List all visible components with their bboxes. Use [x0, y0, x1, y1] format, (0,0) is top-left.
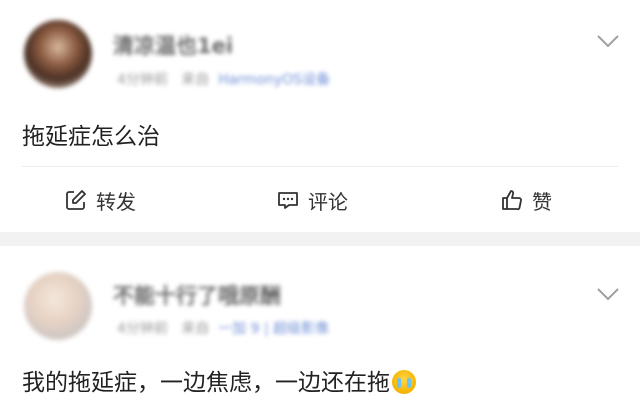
action-bar: 转发 评论 赞 [0, 183, 640, 217]
comment-button[interactable]: 评论 [276, 183, 348, 217]
chevron-down-icon[interactable] [596, 33, 620, 49]
repost-button[interactable]: 转发 [64, 183, 136, 217]
post-content[interactable]: 拖延症怎么治 [22, 117, 160, 151]
post-text: 我的拖延症，一边焦虑，一边还在拖 [22, 370, 390, 396]
post-content[interactable]: 我的拖延症，一边焦虑，一边还在拖 [22, 363, 416, 397]
feed-post: 不能十行了哦原酬 4分钟前 来自 一加 9 | 超级影像 我的拖延症，一边焦虑，… [0, 246, 640, 413]
post-time: 4分钟前 [117, 72, 168, 88]
avatar[interactable] [24, 272, 92, 340]
like-label: 赞 [532, 189, 552, 214]
post-source[interactable]: HarmonyOS设备 [218, 72, 330, 88]
repost-label: 转发 [96, 189, 136, 214]
author-name[interactable]: 不能十行了哦原酬 [113, 280, 281, 310]
post-source[interactable]: 一加 9 | 超级影像 [218, 321, 329, 337]
thumbs-up-icon [502, 190, 522, 211]
edit-square-icon [66, 190, 86, 210]
like-button[interactable]: 赞 [500, 183, 552, 217]
crying-face-emoji-icon [392, 370, 416, 394]
comment-bubble-icon [278, 192, 298, 209]
avatar[interactable] [24, 20, 92, 88]
comment-label: 评论 [308, 189, 348, 214]
chevron-down-icon[interactable] [596, 286, 620, 302]
author-name[interactable]: 清凉温也1ei [113, 30, 233, 60]
divider [22, 166, 618, 167]
feed-post: 清凉温也1ei 4分钟前 来自 HarmonyOS设备 拖延症怎么治 转发 评论 [0, 0, 640, 232]
post-meta: 4分钟前 来自 HarmonyOS设备 [117, 72, 331, 88]
post-divider [0, 232, 640, 246]
post-time: 4分钟前 [117, 321, 168, 337]
post-meta: 4分钟前 来自 一加 9 | 超级影像 [117, 321, 330, 337]
